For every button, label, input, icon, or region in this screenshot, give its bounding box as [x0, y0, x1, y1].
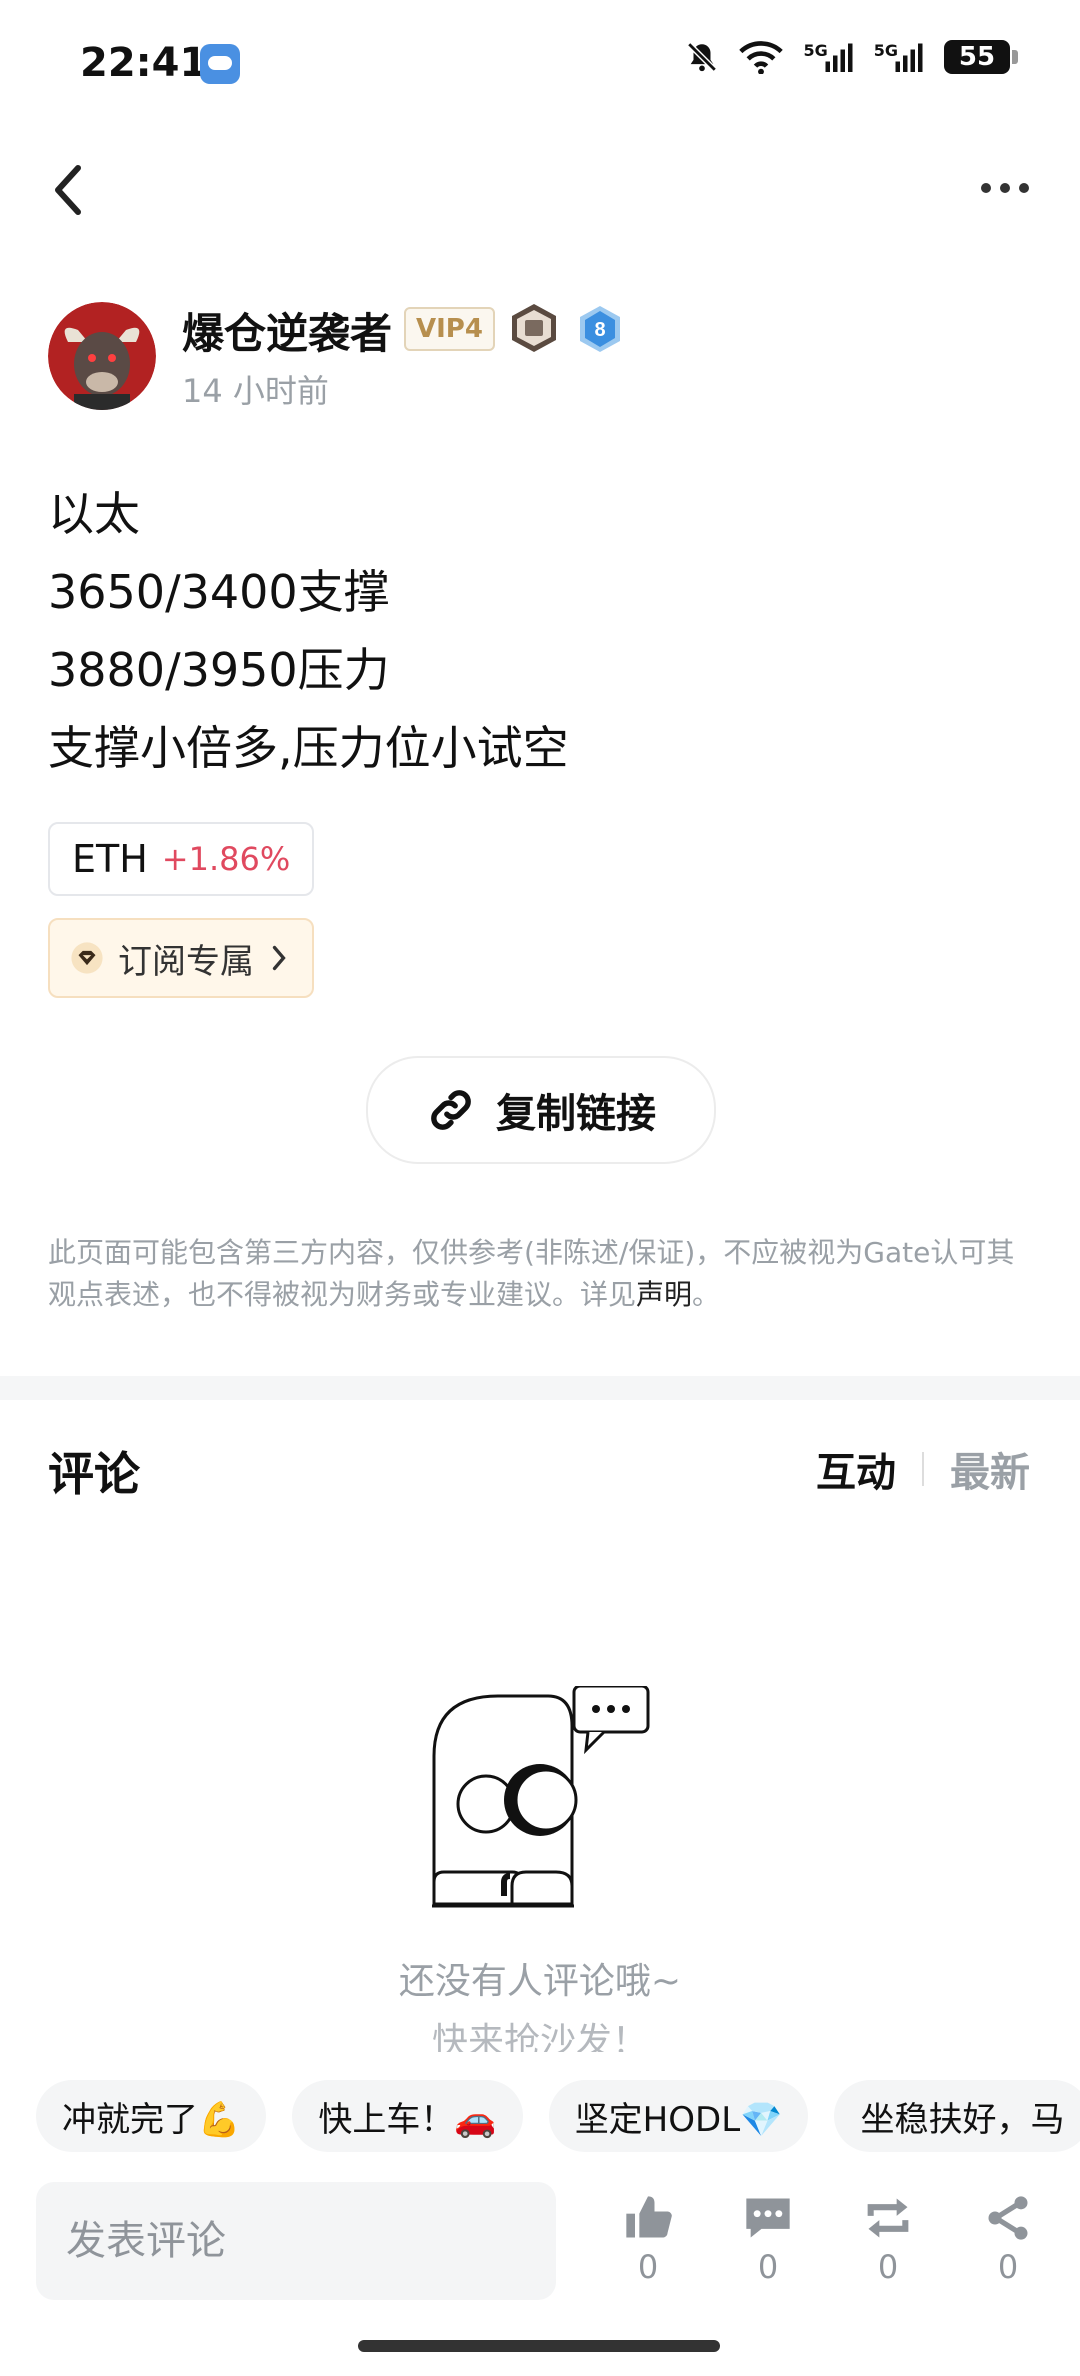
- repost-icon: [867, 2198, 909, 2238]
- link-icon: [431, 1090, 471, 1130]
- wifi-icon: [739, 40, 784, 74]
- status-time: 22:41: [80, 40, 208, 86]
- dot-icon: [981, 183, 991, 193]
- weather-app-icon: [200, 44, 240, 84]
- author-avatar[interactable]: [48, 302, 156, 410]
- comment-count: 0: [757, 2248, 779, 2286]
- post-line: 以太: [48, 487, 140, 541]
- tab-latest[interactable]: 最新: [950, 1440, 1030, 1498]
- dot-icon: [1019, 183, 1029, 193]
- diamond-icon: [71, 942, 103, 974]
- comment-sort-tabs: 互动 最新: [816, 1440, 1030, 1498]
- author-name[interactable]: 爆仓逆袭者: [182, 300, 392, 361]
- post-line: 3880/3950压力: [48, 643, 390, 697]
- subscription-exclusive-chip[interactable]: 订阅专属: [48, 918, 314, 998]
- back-button[interactable]: [48, 160, 98, 220]
- battery-icon: 55: [944, 40, 1018, 74]
- comments-title: 评论: [48, 1447, 140, 1501]
- rank-badge-icon: 8: [576, 304, 624, 354]
- more-options-button[interactable]: [970, 168, 1040, 208]
- disclaimer: 此页面可能包含第三方内容，仅供参考(非陈述/保证)，不应被视为Gate认可其观点…: [48, 1236, 1015, 1311]
- ticker-symbol: ETH: [72, 837, 148, 881]
- chevron-right-icon: [272, 945, 286, 971]
- comment-button[interactable]: 0: [728, 2192, 808, 2286]
- cell-signal-icon-2: 5G: [874, 41, 924, 72]
- tab-separator: [922, 1452, 924, 1486]
- repost-button[interactable]: 0: [848, 2192, 928, 2286]
- quick-reply-chip[interactable]: 坐稳扶好，马: [834, 2080, 1080, 2152]
- repost-count: 0: [877, 2248, 899, 2286]
- post-line: 支撑小倍多,压力位小试空: [48, 721, 569, 775]
- quick-reply-chip[interactable]: 坚定HODL💎: [548, 2080, 809, 2152]
- empty-comments-subtext: 快来抢沙发！: [431, 2021, 648, 2052]
- vip-badge: VIP4: [404, 307, 495, 351]
- copy-link-button[interactable]: 复制链接: [366, 1056, 716, 1164]
- dot-icon: [1000, 183, 1010, 193]
- tab-interactive[interactable]: 互动: [816, 1440, 896, 1498]
- like-count: 0: [637, 2248, 659, 2286]
- ticker-change: +1.86%: [161, 840, 291, 878]
- like-button[interactable]: 0: [608, 2192, 688, 2286]
- share-count: 0: [997, 2248, 1019, 2286]
- level-badge-icon: [508, 302, 560, 354]
- quick-reply-chip[interactable]: 冲就完了💪: [36, 2080, 267, 2152]
- comment-input[interactable]: [64, 2217, 556, 2265]
- subscription-label: 订阅专属: [118, 941, 254, 982]
- post-body: 以太 3650/3400支撑 3880/3950压力 支撑小倍多,压力位小试空: [48, 475, 569, 787]
- ticker-chip[interactable]: ETH +1.86%: [48, 822, 315, 896]
- thumbs-up-icon: [626, 2196, 672, 2238]
- empty-comments-illustration: [428, 1684, 658, 1910]
- status-icons: 5G 5G 55: [685, 40, 1018, 74]
- comment-input-box[interactable]: [36, 2182, 556, 2300]
- post-line: 3650/3400支撑: [48, 565, 390, 619]
- quick-reply-row: 冲就完了💪 快上车！🚗 坚定HODL💎 坐稳扶好，马: [36, 2080, 1080, 2152]
- quick-reply-chip[interactable]: 快上车！🚗: [292, 2080, 523, 2152]
- home-indicator[interactable]: [358, 2340, 720, 2352]
- empty-comments-text: 还没有人评论哦~: [398, 1961, 682, 2002]
- share-icon: [988, 2196, 1028, 2240]
- cell-signal-icon-1: 5G: [803, 41, 853, 72]
- post-time: 14 小时前: [182, 372, 329, 410]
- chevron-left-icon: [55, 165, 81, 215]
- mute-bell-icon: [685, 40, 719, 74]
- comment-bubble-icon: [746, 2198, 790, 2238]
- section-divider: [0, 1376, 1080, 1400]
- copy-link-label: 复制链接: [496, 1091, 656, 1137]
- svg-text:8: 8: [594, 319, 605, 341]
- share-button[interactable]: 0: [968, 2192, 1048, 2286]
- statement-link[interactable]: 声明: [636, 1278, 692, 1311]
